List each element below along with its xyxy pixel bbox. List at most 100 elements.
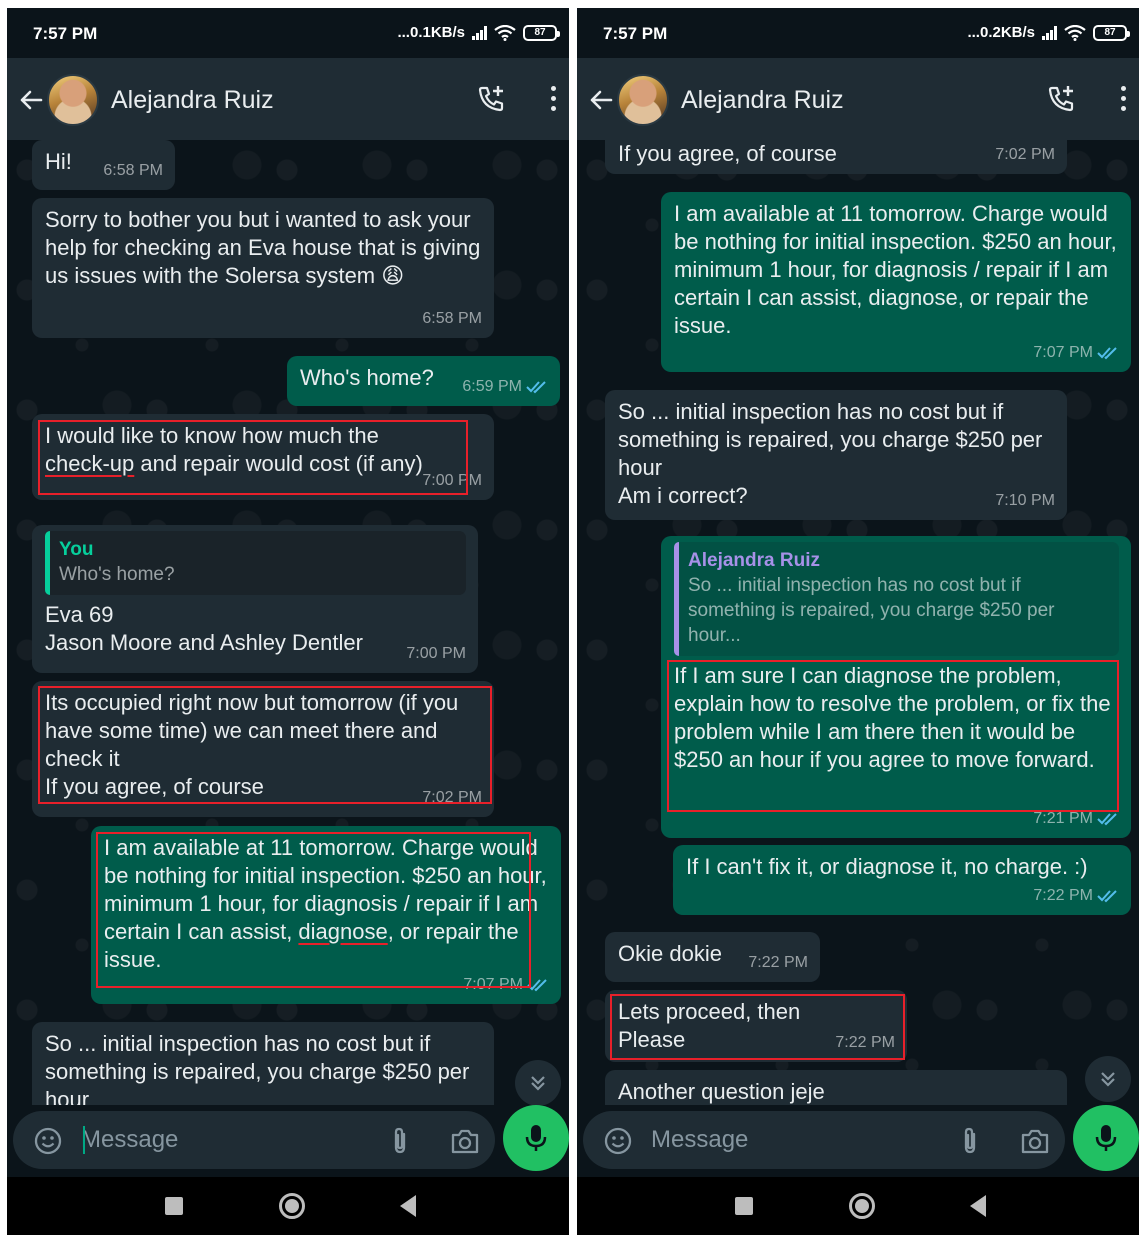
message-time: 7:00 PM bbox=[422, 467, 482, 495]
message-text: So ... initial inspection has no cost bu… bbox=[618, 399, 1042, 508]
message-text: I am available at 11 tomorrow. Charge wo… bbox=[674, 201, 1117, 338]
message-time: 7:02 PM bbox=[422, 784, 482, 812]
message-incoming: Another question jeje bbox=[605, 1070, 1067, 1105]
contact-name[interactable]: Alejandra Ruiz bbox=[111, 86, 274, 115]
message-time: 7:02 PM bbox=[995, 141, 1055, 169]
call-add-icon[interactable] bbox=[475, 83, 507, 115]
message-text: Hi! bbox=[45, 149, 72, 174]
signal-icon bbox=[472, 25, 487, 40]
contact-name[interactable]: Alejandra Ruiz bbox=[681, 86, 844, 115]
mic-button[interactable] bbox=[1073, 1105, 1139, 1171]
message-incoming: I would like to know how much the check-u… bbox=[32, 414, 494, 500]
message-outgoing: Who's home? 6:59 PM bbox=[287, 356, 560, 406]
message-line: and repair would cost (if any) bbox=[134, 451, 423, 476]
nav-recent-icon[interactable] bbox=[735, 1197, 753, 1215]
back-arrow-icon[interactable] bbox=[15, 84, 47, 116]
double-check-icon bbox=[527, 979, 547, 992]
message-input[interactable] bbox=[651, 1121, 931, 1159]
message-time: 6:59 PM bbox=[462, 373, 548, 401]
attach-icon[interactable] bbox=[385, 1125, 415, 1157]
avatar[interactable] bbox=[47, 74, 99, 126]
nav-home-icon[interactable] bbox=[849, 1193, 875, 1219]
chat-header: Alejandra Ruiz bbox=[577, 58, 1139, 140]
nav-recent-icon[interactable] bbox=[165, 1197, 183, 1215]
message-line: Eva 69 bbox=[45, 602, 114, 627]
message-incoming: Okie dokie 7:22 PM bbox=[605, 932, 820, 982]
quoted-message[interactable]: You Who's home? bbox=[45, 531, 466, 595]
underlined-word: diagnose bbox=[298, 919, 388, 944]
message-incoming: So ... initial inspection has no cost bu… bbox=[32, 1022, 494, 1105]
message-line: Please bbox=[618, 1027, 686, 1052]
message-text: Its occupied right now but tomorrow (if … bbox=[45, 690, 458, 799]
message-text: Eva 69 Jason Moore and Ashley Dentler bbox=[45, 602, 363, 655]
time-label: 7:02 PM bbox=[995, 146, 1055, 163]
mic-button[interactable] bbox=[503, 1105, 569, 1171]
attach-icon[interactable] bbox=[955, 1125, 985, 1157]
nav-back-icon[interactable] bbox=[400, 1195, 416, 1217]
message-text: Who's home? bbox=[300, 365, 434, 390]
chat-header: Alejandra Ruiz bbox=[7, 58, 569, 140]
double-check-icon bbox=[526, 381, 546, 394]
emoji-icon[interactable] bbox=[33, 1126, 63, 1156]
quote-text: So ... initial inspection has no cost bu… bbox=[688, 575, 1055, 646]
nav-home-icon[interactable] bbox=[279, 1193, 305, 1219]
camera-icon[interactable] bbox=[1019, 1126, 1051, 1156]
message-incoming: Its occupied right now but tomorrow (if … bbox=[32, 681, 494, 817]
time-label: 7:10 PM bbox=[995, 492, 1055, 509]
time-label: 6:58 PM bbox=[103, 162, 163, 179]
signal-icon bbox=[1042, 25, 1057, 40]
message-outgoing-reply: Alejandra Ruiz So ... initial inspection… bbox=[661, 536, 1131, 838]
message-composer bbox=[577, 1105, 1139, 1177]
message-outgoing: If I can't fix it, or diagnose it, no ch… bbox=[673, 845, 1131, 915]
quote-author: You bbox=[59, 539, 94, 560]
message-incoming: So ... initial inspection has no cost bu… bbox=[605, 390, 1067, 520]
quote-author: Alejandra Ruiz bbox=[688, 550, 820, 571]
message-input-pill bbox=[583, 1111, 1065, 1169]
message-line: Am i correct? bbox=[618, 483, 748, 508]
scroll-down-button[interactable] bbox=[515, 1060, 561, 1105]
message-time: 7:00 PM bbox=[406, 640, 466, 668]
network-speed: ...0.1KB/s bbox=[397, 24, 465, 41]
time-label: 7:02 PM bbox=[422, 789, 482, 806]
time-label: 7:22 PM bbox=[1033, 887, 1093, 904]
message-time: 6:58 PM bbox=[422, 305, 482, 333]
scroll-down-button[interactable] bbox=[1085, 1056, 1131, 1102]
message-time: 7:10 PM bbox=[995, 487, 1055, 515]
nav-back-icon[interactable] bbox=[970, 1195, 986, 1217]
time-label: 7:22 PM bbox=[835, 1034, 895, 1051]
battery-icon: 87 bbox=[523, 24, 560, 41]
message-text: Okie dokie bbox=[618, 941, 722, 966]
android-nav-bar bbox=[7, 1177, 569, 1235]
message-incoming: Sorry to bother you but i wanted to ask … bbox=[32, 198, 494, 338]
time-label: 7:00 PM bbox=[406, 645, 466, 662]
kebab-menu-icon[interactable] bbox=[1117, 86, 1129, 116]
time-label: 6:58 PM bbox=[422, 310, 482, 327]
quoted-message[interactable]: Alejandra Ruiz So ... initial inspection… bbox=[674, 542, 1119, 656]
back-arrow-icon[interactable] bbox=[585, 84, 617, 116]
network-speed: ...0.2KB/s bbox=[967, 24, 1035, 41]
message-time: 7:22 PM bbox=[1033, 882, 1119, 910]
message-time: 7:22 PM bbox=[748, 949, 808, 977]
mic-icon bbox=[525, 1125, 547, 1151]
message-text: Another question jeje bbox=[618, 1079, 825, 1104]
message-line: So ... initial inspection has no cost bu… bbox=[618, 399, 1043, 480]
phone-screenshot-right: 7:57 PM ...0.2KB/s 87 Alejandra Ruiz If … bbox=[577, 8, 1139, 1235]
avatar[interactable] bbox=[617, 74, 669, 126]
message-time: 6:58 PM bbox=[103, 157, 163, 185]
emoji-icon[interactable] bbox=[603, 1126, 633, 1156]
time-label: 7:07 PM bbox=[463, 976, 523, 993]
message-text: If I am sure I can diagnose the problem,… bbox=[674, 663, 1111, 772]
message-text: If I can't fix it, or diagnose it, no ch… bbox=[686, 854, 1088, 879]
message-line: Its occupied right now but tomorrow (if … bbox=[45, 690, 459, 771]
wifi-icon bbox=[1064, 24, 1086, 41]
camera-icon[interactable] bbox=[449, 1126, 481, 1156]
message-incoming: If you agree, of course 7:02 PM bbox=[605, 140, 1067, 174]
call-add-icon[interactable] bbox=[1045, 83, 1077, 115]
status-icons: ...0.2KB/s 87 bbox=[967, 24, 1130, 41]
message-text: Sorry to bother you but i wanted to ask … bbox=[45, 207, 481, 288]
message-text: Lets proceed, then Please bbox=[618, 999, 800, 1052]
message-time: 7:07 PM bbox=[463, 971, 549, 999]
message-input[interactable] bbox=[81, 1121, 361, 1159]
kebab-menu-icon[interactable] bbox=[547, 86, 559, 116]
message-outgoing: I am available at 11 tomorrow. Charge wo… bbox=[661, 192, 1131, 372]
